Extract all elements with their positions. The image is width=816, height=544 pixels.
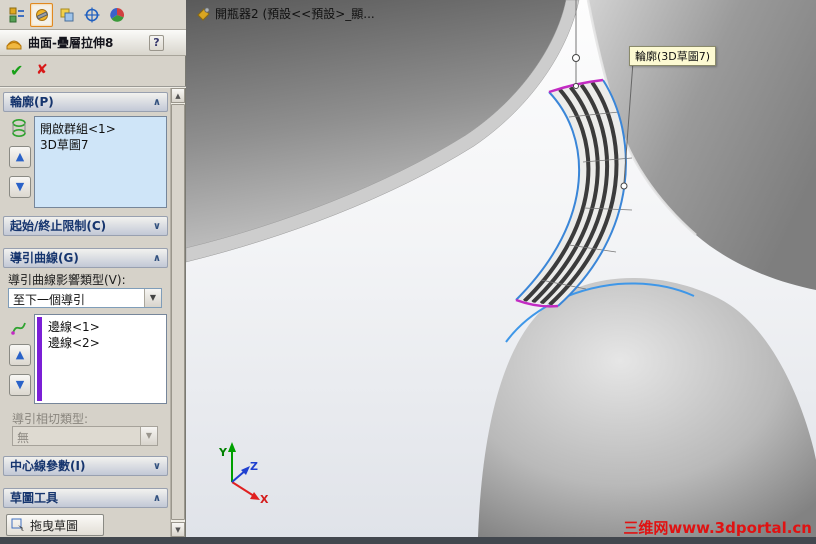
guide-influence-dropdown[interactable]: 至下一個導引 ▼ (8, 288, 162, 308)
displaymanager-sphere-icon (109, 7, 124, 22)
tab-displaymanager[interactable] (105, 3, 128, 27)
graphics-viewport[interactable]: Y X Z 開瓶器2 (預設<<預設>_顯... 輪廓(3D草圖7) 三维网ww… (186, 0, 816, 537)
chevron-down-icon: ∨ (152, 221, 161, 232)
drag-sketch-button[interactable]: 拖曳草圖 (6, 514, 104, 536)
profiles-listbox[interactable]: 開啟群組<1> 3D草圖7 (34, 116, 167, 208)
part-document-icon (197, 7, 210, 21)
panel-scrollbar[interactable]: ▲ ▼ (170, 88, 185, 537)
feature-tree-root[interactable]: 開瓶器2 (預設<<預設>_顯... (196, 5, 375, 22)
drag-sketch-icon (11, 518, 24, 531)
chevron-up-icon: ∧ (152, 493, 161, 504)
surface-loft-icon (6, 40, 22, 50)
chevron-up-icon: ∧ (152, 97, 161, 108)
section-header-profiles[interactable]: 輪廓(P) ∧ (3, 92, 168, 112)
ok-cancel-row: ✔ ✘ (0, 56, 186, 88)
guide-curves-icon (11, 322, 26, 335)
loft-profiles-icon (12, 118, 26, 138)
profiles-item[interactable]: 3D草圖7 (35, 137, 166, 153)
guide-influence-label: 導引曲線影響類型(V): (8, 273, 126, 287)
ok-button[interactable]: ✔ (10, 61, 23, 80)
guides-move-up-button[interactable]: ▲ (9, 344, 31, 366)
help-button[interactable]: ? (149, 35, 164, 51)
model-upper-surface[interactable] (186, 0, 566, 248)
dropdown-arrow-icon: ▼ (140, 427, 157, 445)
tab-featuremanager[interactable] (5, 3, 28, 27)
section-header-guide-curves[interactable]: 導引曲線(G) ∧ (3, 248, 168, 268)
guide-curves-listbox[interactable]: 邊線<1> 邊線<2> (34, 314, 167, 404)
section-header-sketch-tools[interactable]: 草圖工具 ∧ (3, 488, 168, 508)
model-lower-lobe[interactable] (478, 277, 816, 537)
scroll-up-icon[interactable]: ▲ (171, 88, 185, 103)
guide-tangency-dropdown: 無 ▼ (12, 426, 158, 446)
profiles-item[interactable]: 開啟群組<1> (35, 121, 166, 137)
section-header-start-end[interactable]: 起始/終止限制(C) ∨ (3, 216, 168, 236)
orientation-triad: Y X Z (218, 442, 269, 506)
featuremanager-tree-icon (9, 7, 24, 23)
tab-dimxpertmanager[interactable] (80, 3, 103, 27)
scrollbar-thumb[interactable] (171, 104, 185, 520)
solidworks-window: 曲面-疊層拉伸8 ? ✔ ✘ 輪廓(P) ∧ ▲ ▼ 開啟群組<1> 3D草圖7… (0, 0, 816, 544)
window-bottom-edge (0, 537, 816, 544)
section-header-centerline[interactable]: 中心線參數(I) ∨ (3, 456, 168, 476)
chevron-up-icon: ∧ (152, 253, 161, 264)
dropdown-arrow-icon[interactable]: ▼ (144, 289, 161, 307)
panel-title: 曲面-疊層拉伸8 (28, 36, 114, 50)
watermark-text: 三维网www.3dportal.cn (623, 519, 812, 537)
triad-x-label: X (260, 493, 269, 506)
triad-z-label: Z (250, 460, 258, 473)
propertymanager-titlebar: 曲面-疊層拉伸8 ? (0, 30, 186, 56)
manager-tabs-row (0, 0, 186, 30)
guide-item[interactable]: 邊線<1> (35, 319, 166, 335)
chevron-down-icon: ∨ (152, 461, 161, 472)
guide-tangency-label: 導引相切類型: (12, 412, 89, 426)
cancel-button[interactable]: ✘ (36, 62, 48, 78)
guides-move-down-button[interactable]: ▼ (9, 374, 31, 396)
profiles-move-up-button[interactable]: ▲ (9, 146, 31, 168)
guide-item[interactable]: 邊線<2> (35, 335, 166, 351)
configurationmanager-icon (60, 8, 73, 22)
callout-anchor[interactable] (620, 182, 628, 190)
tab-propertymanager[interactable] (30, 3, 53, 27)
dimxpert-target-icon (84, 7, 99, 23)
propertymanager-icon (35, 9, 48, 21)
triad-y-label: Y (218, 446, 228, 459)
scroll-down-icon[interactable]: ▼ (171, 522, 185, 537)
3d-scene: Y X Z (186, 0, 816, 537)
guide-color-bar (37, 317, 42, 401)
profiles-move-down-button[interactable]: ▼ (9, 176, 31, 198)
profile-callout[interactable]: 輪廓(3D草圖7) (629, 46, 717, 66)
property-manager-panel: 曲面-疊層拉伸8 ? ✔ ✘ 輪廓(P) ∧ ▲ ▼ 開啟群組<1> 3D草圖7… (0, 0, 186, 537)
connector-handle[interactable] (573, 83, 579, 89)
connector-handle[interactable] (572, 54, 580, 62)
tab-configurationmanager[interactable] (55, 3, 78, 27)
